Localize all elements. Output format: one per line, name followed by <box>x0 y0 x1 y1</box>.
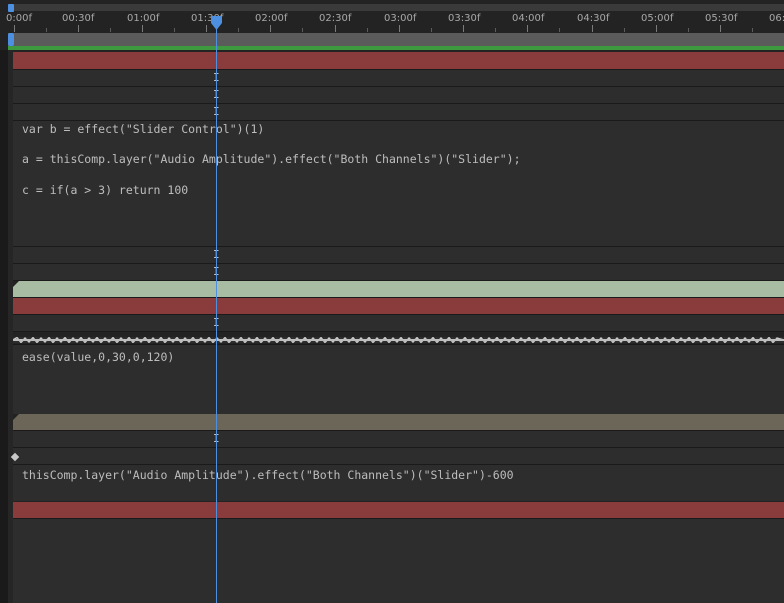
ruler-minor-tick <box>688 28 689 32</box>
ruler-label-0: 0:00f <box>6 13 32 24</box>
time-ruler[interactable]: 0:00f 00:30f 01:00f 01:30f 02:00f 02:30f… <box>0 0 784 32</box>
layer-bar-red[interactable] <box>13 52 784 69</box>
expression-line-3[interactable]: c = if(a > 3) return 100 <box>22 183 188 197</box>
ruler-tick <box>142 25 143 32</box>
row-divider <box>13 331 784 332</box>
ruler-minor-tick <box>624 28 625 32</box>
timeline-left-edge <box>0 50 8 603</box>
ruler-minor-tick <box>174 28 175 32</box>
property-row <box>13 247 784 263</box>
property-row <box>13 315 784 331</box>
ruler-tick <box>14 25 15 32</box>
ruler-tick <box>463 25 464 32</box>
property-row <box>13 448 784 464</box>
ruler-label-6: 03:00f <box>384 13 417 24</box>
ruler-minor-tick <box>431 28 432 32</box>
ruler-minor-tick <box>495 28 496 32</box>
ruler-tick <box>270 25 271 32</box>
ruler-label-7: 03:30f <box>448 13 481 24</box>
work-area-start-handle[interactable] <box>8 33 14 46</box>
layer-in-point-marker <box>13 414 19 420</box>
time-navigator-bar[interactable] <box>8 4 784 11</box>
ruler-minor-tick <box>238 28 239 32</box>
property-row <box>13 70 784 86</box>
ruler-minor-tick <box>559 28 560 32</box>
ruler-label-5: 02:30f <box>319 13 352 24</box>
property-row <box>13 264 784 280</box>
layer-bar-red[interactable] <box>13 298 784 314</box>
expression-line-1[interactable]: var b = effect("Slider Control")(1) <box>22 122 264 136</box>
layer-bar-tan[interactable] <box>13 414 784 430</box>
ruler-tick <box>335 25 336 32</box>
ruler-tick <box>720 25 721 32</box>
ruler-label-4: 02:00f <box>255 13 288 24</box>
ruler-tick <box>78 25 79 32</box>
ruler-tick <box>592 25 593 32</box>
layer-bar-red[interactable] <box>13 502 784 518</box>
ruler-tick <box>206 25 207 32</box>
property-row <box>13 104 784 120</box>
audio-waveform <box>13 337 784 343</box>
ruler-minor-tick <box>752 28 753 32</box>
ruler-minor-tick <box>46 28 47 32</box>
work-area-bar[interactable] <box>8 33 784 46</box>
time-navigator-start-handle[interactable] <box>8 4 14 12</box>
expression-line-2[interactable]: a = thisComp.layer("Audio Amplitude").ef… <box>22 152 521 166</box>
ruler-tick <box>399 25 400 32</box>
ruler-minor-tick <box>367 28 368 32</box>
ruler-label-10: 05:00f <box>641 13 674 24</box>
expression-position[interactable]: thisComp.layer("Audio Amplitude").effect… <box>22 468 514 482</box>
playhead-marker-icon[interactable] <box>211 16 222 30</box>
expression-ease[interactable]: ease(value,0,30,0,120) <box>22 350 174 364</box>
layer-in-point-marker <box>13 281 19 287</box>
property-row <box>13 431 784 447</box>
ruler-label-2: 01:00f <box>127 13 160 24</box>
playhead-line[interactable] <box>216 22 217 603</box>
ruler-minor-tick <box>302 28 303 32</box>
ruler-minor-tick <box>110 28 111 32</box>
ruler-label-11: 05:30f <box>705 13 738 24</box>
ruler-label-12: 06: <box>769 13 784 24</box>
property-row <box>13 87 784 103</box>
ruler-tick <box>656 25 657 32</box>
empty-track-area <box>13 519 784 603</box>
ruler-label-8: 04:00f <box>512 13 545 24</box>
ruler-label-9: 04:30f <box>577 13 610 24</box>
layer-bar-sage[interactable] <box>13 281 784 297</box>
ruler-tick <box>527 25 528 32</box>
render-cache-indicator <box>8 46 784 50</box>
ruler-label-1: 00:30f <box>62 13 95 24</box>
